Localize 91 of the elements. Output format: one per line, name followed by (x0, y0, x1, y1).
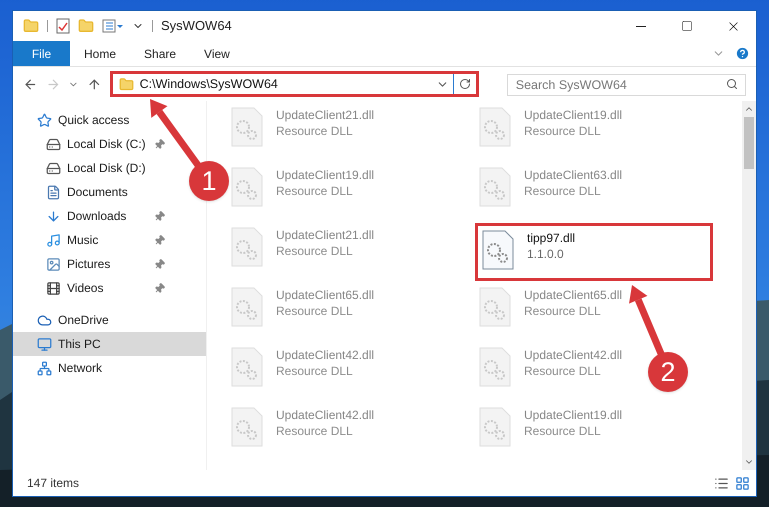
properties-icon[interactable] (56, 18, 70, 34)
sidebar-item[interactable]: Local Disk (D:) (13, 156, 154, 180)
scrollbar-thumb[interactable] (744, 117, 754, 169)
file-name: UpdateClient19.dll (524, 407, 622, 423)
file-name: UpdateClient63.dll (524, 167, 622, 183)
folder-icon (118, 76, 134, 92)
file-name: tipp97.dll (527, 230, 576, 246)
dll-file-icon (481, 230, 515, 270)
file-detail: Resource DLL (276, 183, 354, 199)
ribbon-tab[interactable]: Home (70, 41, 130, 66)
dll-file-icon (230, 347, 264, 387)
sidebar-item[interactable]: Pictures (13, 252, 173, 276)
drive-icon (46, 160, 61, 176)
dll-file-icon (230, 107, 264, 147)
pc-icon (37, 336, 52, 352)
file-detail: Resource DLL (524, 183, 602, 199)
search-field[interactable]: Search SysWOW64 (506, 74, 746, 96)
help-icon[interactable] (735, 46, 750, 61)
dll-file-icon (230, 407, 264, 447)
sidebar-item[interactable]: Videos (13, 276, 173, 300)
maximize-icon (681, 20, 693, 32)
up-icon[interactable] (87, 76, 102, 92)
ribbon-tab[interactable]: Share (130, 41, 190, 66)
customize-toolbar-icon[interactable] (102, 19, 124, 33)
cloud-icon (37, 312, 52, 328)
file-detail: 1.1.0.0 (527, 246, 565, 262)
back-icon[interactable] (23, 76, 38, 92)
refresh-icon[interactable] (459, 78, 472, 90)
music-icon (46, 232, 61, 248)
file-item[interactable]: UpdateClient42.dll Resource DLL (227, 403, 374, 461)
file-name: UpdateClient65.dll (524, 287, 622, 303)
address-field[interactable]: C:\Windows\SysWOW64 (110, 71, 480, 97)
dll-file-icon (478, 287, 512, 327)
drive-icon (46, 136, 61, 152)
file-detail: Resource DLL (524, 363, 602, 379)
sidebar-item[interactable]: Documents (13, 180, 136, 204)
sidebar-item[interactable]: This PC (13, 332, 206, 356)
documents-icon (46, 184, 61, 200)
large-icons-view-icon[interactable] (735, 476, 750, 490)
file-item[interactable]: UpdateClient42.dll Resource DLL (227, 343, 374, 401)
file-name: UpdateClient42.dll (524, 347, 622, 363)
file-item[interactable]: UpdateClient19.dll Resource DLL (475, 403, 622, 461)
file-detail: Resource DLL (276, 423, 354, 439)
dll-file-icon (230, 227, 264, 267)
file-detail: Resource DLL (524, 303, 602, 319)
dll-file-icon (478, 107, 512, 147)
file-name: UpdateClient21.dll (276, 107, 374, 123)
sidebar-item[interactable]: Downloads (13, 204, 173, 228)
file-name: UpdateClient65.dll (276, 287, 374, 303)
window-title: SysWOW64 (161, 17, 232, 36)
sidebar-item[interactable]: Quick access (13, 108, 138, 132)
file-item[interactable]: UpdateClient65.dll Resource DLL (475, 283, 622, 341)
dll-file-icon (478, 407, 512, 447)
ribbon-tab[interactable]: View (190, 41, 244, 66)
file-detail: Resource DLL (524, 123, 602, 139)
file-detail: Resource DLL (276, 363, 354, 379)
scrollbar[interactable] (742, 101, 756, 470)
search-icon (726, 78, 738, 90)
dll-file-icon (230, 287, 264, 327)
network-icon (37, 360, 52, 376)
star-icon (37, 112, 52, 128)
videos-icon (46, 280, 61, 296)
file-item[interactable]: UpdateClient21.dll Resource DLL (227, 223, 374, 281)
item-count: 147 items (27, 475, 80, 492)
file-item[interactable]: UpdateClient19.dll Resource DLL (227, 163, 374, 221)
file-item[interactable]: tipp97.dll 1.1.0.0 (475, 223, 713, 281)
sidebar-item[interactable]: Music (13, 228, 173, 252)
sidebar-item[interactable]: Network (13, 356, 110, 380)
file-item[interactable]: UpdateClient21.dll Resource DLL (227, 103, 374, 161)
dll-file-icon (478, 347, 512, 387)
file-name: UpdateClient19.dll (524, 107, 622, 123)
file-detail: Resource DLL (276, 303, 354, 319)
file-detail: Resource DLL (524, 423, 602, 439)
file-item[interactable]: UpdateClient19.dll Resource DLL (475, 103, 622, 161)
details-view-icon[interactable] (714, 476, 729, 490)
file-tab[interactable]: File (13, 41, 70, 66)
file-detail: Resource DLL (276, 123, 354, 139)
file-item[interactable]: UpdateClient65.dll Resource DLL (227, 283, 374, 341)
downloads-icon (46, 208, 61, 224)
file-item[interactable]: UpdateClient42.dll Resource DLL (475, 343, 622, 401)
file-name: UpdateClient42.dll (276, 347, 374, 363)
sidebar-item[interactable]: Local Disk (C:) (13, 132, 173, 156)
sidebar-item[interactable]: OneDrive (13, 308, 117, 332)
dll-file-icon (230, 167, 264, 207)
file-name: UpdateClient42.dll (276, 407, 374, 423)
file-name: UpdateClient19.dll (276, 167, 374, 183)
file-detail: Resource DLL (276, 243, 354, 259)
file-item[interactable]: UpdateClient63.dll Resource DLL (475, 163, 622, 221)
dll-file-icon (478, 167, 512, 207)
pictures-icon (46, 256, 61, 272)
file-name: UpdateClient21.dll (276, 227, 374, 243)
